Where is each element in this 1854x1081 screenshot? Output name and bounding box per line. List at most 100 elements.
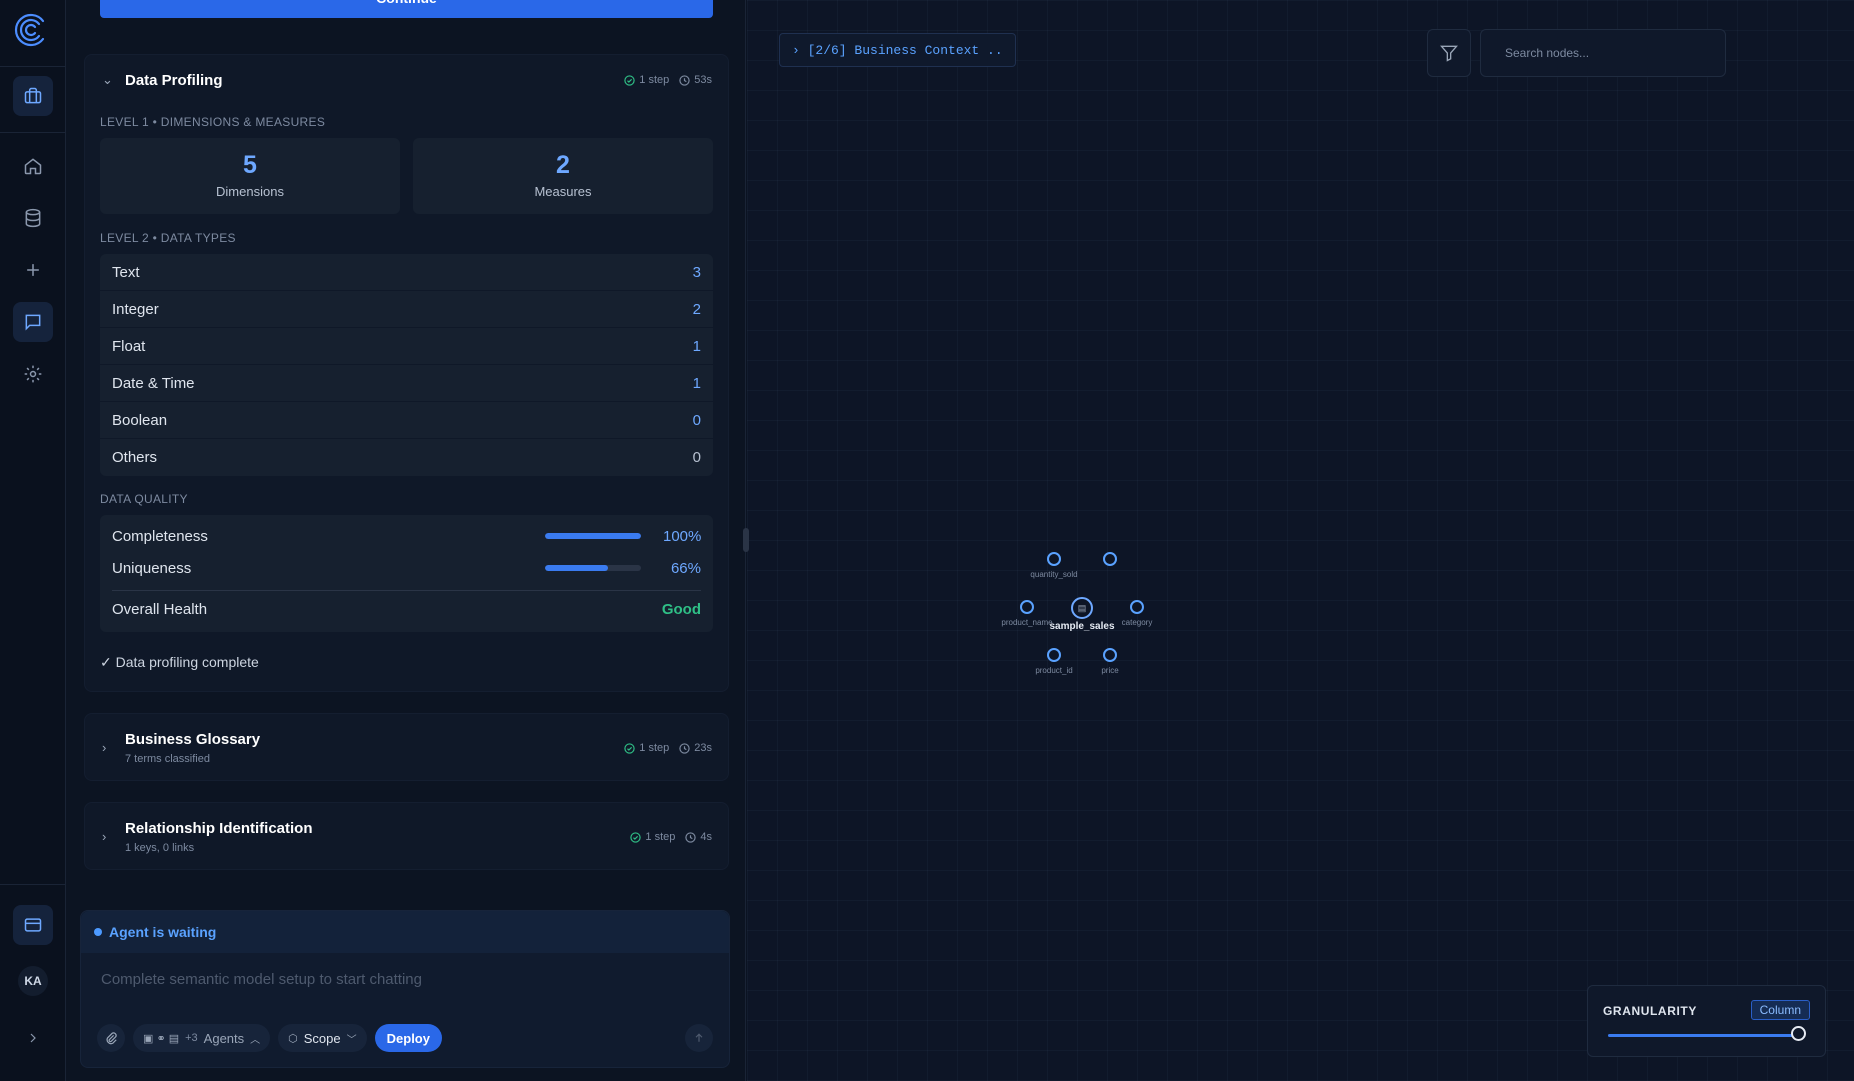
expand-sidebar-icon[interactable] bbox=[13, 1018, 53, 1058]
card-title: Business Glossary bbox=[125, 731, 261, 748]
briefcase-icon[interactable] bbox=[13, 76, 53, 116]
agent-icons: ▣ ⚭ ▤ bbox=[143, 1032, 180, 1045]
card-title: Relationship Identification bbox=[125, 820, 313, 837]
status-dot bbox=[94, 928, 102, 936]
avatar[interactable]: KA bbox=[18, 966, 48, 996]
step-duration: 4s bbox=[700, 831, 712, 843]
graph-node-product-name[interactable] bbox=[1020, 600, 1034, 614]
gear-icon[interactable] bbox=[13, 354, 53, 394]
chevron-down-icon[interactable]: ⌄ bbox=[102, 72, 113, 88]
step-duration: 23s bbox=[694, 742, 712, 754]
chat-input[interactable] bbox=[101, 971, 701, 988]
level2-label: LEVEL 2 • DATA TYPES bbox=[100, 231, 236, 245]
search-nodes-input[interactable] bbox=[1480, 29, 1726, 77]
paperclip-icon bbox=[106, 1032, 117, 1045]
graph-node-sample-sales[interactable]: ▤ bbox=[1071, 597, 1093, 619]
type-count: 1 bbox=[692, 374, 701, 392]
chat-box: Agent is waiting ▣ ⚭ ▤ +3 Agents ︿ ⬡ Sco… bbox=[80, 910, 730, 1068]
clock-icon bbox=[679, 74, 690, 86]
completeness-bar bbox=[545, 533, 641, 539]
uniqueness-row: Uniqueness 66% bbox=[112, 556, 701, 580]
uniqueness-value: 66% bbox=[670, 559, 701, 577]
list-item: Others 0 bbox=[100, 439, 713, 476]
type-count: 3 bbox=[692, 263, 701, 281]
data-profiling-header[interactable]: ⌄ Data Profiling 1 step 53s bbox=[85, 55, 728, 105]
database-icon[interactable] bbox=[13, 198, 53, 238]
graph-node[interactable] bbox=[1103, 552, 1117, 566]
resize-handle[interactable] bbox=[743, 528, 749, 552]
send-button[interactable] bbox=[685, 1024, 713, 1052]
divider bbox=[112, 590, 701, 591]
agents-label: Agents bbox=[203, 1030, 245, 1046]
app-logo[interactable] bbox=[14, 12, 50, 48]
list-item: Float 1 bbox=[100, 328, 713, 365]
health-value: Good bbox=[661, 600, 701, 618]
chat-header: Agent is waiting bbox=[81, 911, 729, 953]
type-count: 0 bbox=[692, 449, 701, 466]
step-count: 1 step bbox=[639, 742, 670, 754]
chat-icon[interactable] bbox=[13, 302, 53, 342]
agents-count: +3 bbox=[185, 1032, 198, 1044]
dimensions-stat: 5 Dimensions bbox=[100, 138, 400, 214]
node-label: product_id bbox=[1035, 666, 1073, 675]
type-count: 1 bbox=[692, 337, 701, 355]
step-breadcrumb[interactable]: › [2/6] Business Context .. bbox=[779, 33, 1016, 67]
node-label: category bbox=[1121, 618, 1153, 627]
dimensions-count: 5 bbox=[243, 151, 257, 179]
node-label: product_name bbox=[1001, 618, 1053, 627]
clock-icon bbox=[679, 742, 690, 754]
plus-icon[interactable] bbox=[13, 250, 53, 290]
node-label: sample_sales bbox=[1049, 621, 1115, 632]
scope-button[interactable]: ⬡ Scope ﹀ bbox=[278, 1024, 367, 1052]
relationship-identification-card[interactable]: › Relationship Identification 1 keys, 0 … bbox=[84, 802, 729, 870]
agent-status: Agent is waiting bbox=[109, 924, 217, 940]
graph-canvas[interactable] bbox=[747, 0, 1854, 1081]
step-meta: 1 step 23s bbox=[624, 742, 712, 754]
node-label: price bbox=[1101, 666, 1119, 675]
granularity-panel: GRANULARITY Column bbox=[1587, 985, 1826, 1057]
card-subtitle: 7 terms classified bbox=[125, 753, 210, 765]
type-name: Float bbox=[112, 337, 146, 355]
shield-icon: ⬡ bbox=[288, 1032, 298, 1045]
agents-button[interactable]: ▣ ⚭ ▤ +3 Agents ︿ bbox=[133, 1024, 271, 1052]
health-label: Overall Health bbox=[112, 600, 208, 618]
data-quality-box: Completeness 100% Uniqueness 66% Overall… bbox=[100, 515, 713, 632]
granularity-slider-handle[interactable] bbox=[1791, 1026, 1806, 1041]
quality-label: DATA QUALITY bbox=[100, 492, 188, 506]
scope-label: Scope bbox=[303, 1030, 341, 1046]
step-meta: 1 step 53s bbox=[624, 74, 712, 86]
completeness-label: Completeness bbox=[112, 527, 208, 545]
sidebar: KA bbox=[0, 0, 66, 1081]
list-item: Boolean 0 bbox=[100, 402, 713, 439]
graph-node-category[interactable] bbox=[1130, 600, 1144, 614]
completeness-value: 100% bbox=[663, 527, 702, 545]
data-types-list: Text 3 Integer 2 Float 1 Date & Time 1 Boole… bbox=[100, 254, 713, 476]
continue-button[interactable]: Continue bbox=[100, 0, 713, 18]
card-icon[interactable] bbox=[13, 905, 53, 945]
granularity-slider-track[interactable] bbox=[1608, 1034, 1800, 1037]
completeness-fill bbox=[545, 533, 641, 539]
card-subtitle: 1 keys, 0 links bbox=[125, 842, 195, 854]
check-circle-icon bbox=[630, 831, 642, 843]
chevron-right-icon[interactable]: › bbox=[102, 829, 106, 844]
granularity-value: Column bbox=[1750, 1000, 1810, 1020]
type-name: Boolean bbox=[112, 411, 168, 429]
completeness-row: Completeness 100% bbox=[112, 524, 701, 548]
type-name: Date & Time bbox=[112, 374, 195, 392]
chevron-up-icon: ︿ bbox=[250, 1034, 261, 1046]
type-name: Text bbox=[112, 263, 140, 281]
home-icon[interactable] bbox=[13, 146, 53, 186]
profiling-complete-message: ✓ Data profiling complete bbox=[100, 654, 259, 670]
business-glossary-card[interactable]: › Business Glossary 7 terms classified 1… bbox=[84, 713, 729, 781]
deploy-button[interactable]: Deploy bbox=[374, 1024, 442, 1052]
chevron-right-icon[interactable]: › bbox=[102, 740, 106, 755]
step-count: 1 step bbox=[639, 74, 670, 86]
filter-button[interactable] bbox=[1427, 29, 1471, 77]
arrow-up-icon bbox=[695, 1033, 703, 1042]
health-row: Overall Health Good bbox=[112, 597, 701, 621]
graph-node-product-id[interactable] bbox=[1047, 648, 1061, 662]
attach-button[interactable] bbox=[97, 1024, 125, 1052]
graph-node-quantity-sold[interactable] bbox=[1047, 552, 1061, 566]
list-item: Integer 2 bbox=[100, 291, 713, 328]
graph-node-price[interactable] bbox=[1103, 648, 1117, 662]
